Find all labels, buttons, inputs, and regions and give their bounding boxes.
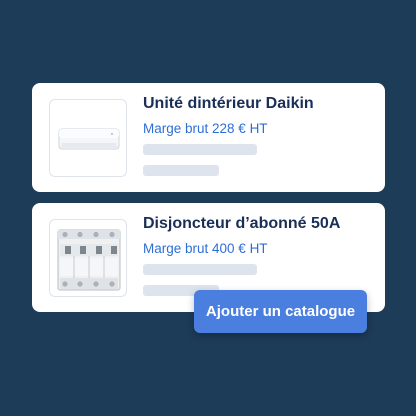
product-thumbnail [49,219,127,297]
product-margin: Marge brut 400 € HT [143,241,268,256]
product-margin: Marge brut 228 € HT [143,121,268,136]
skeleton-line [143,165,219,176]
air-conditioner-icon [58,128,120,150]
circuit-breaker-icon [57,229,121,291]
product-name: Disjoncteur d’abonné 50A [143,215,341,232]
skeleton-line [143,144,257,155]
add-catalog-button[interactable]: Ajouter un catalogue [194,290,367,333]
product-name: Unité dintérieur Daikin [143,95,314,112]
skeleton-line [143,264,257,275]
product-thumbnail [49,99,127,177]
product-card[interactable]: Unité dintérieur Daikin Marge brut 228 €… [32,83,385,192]
